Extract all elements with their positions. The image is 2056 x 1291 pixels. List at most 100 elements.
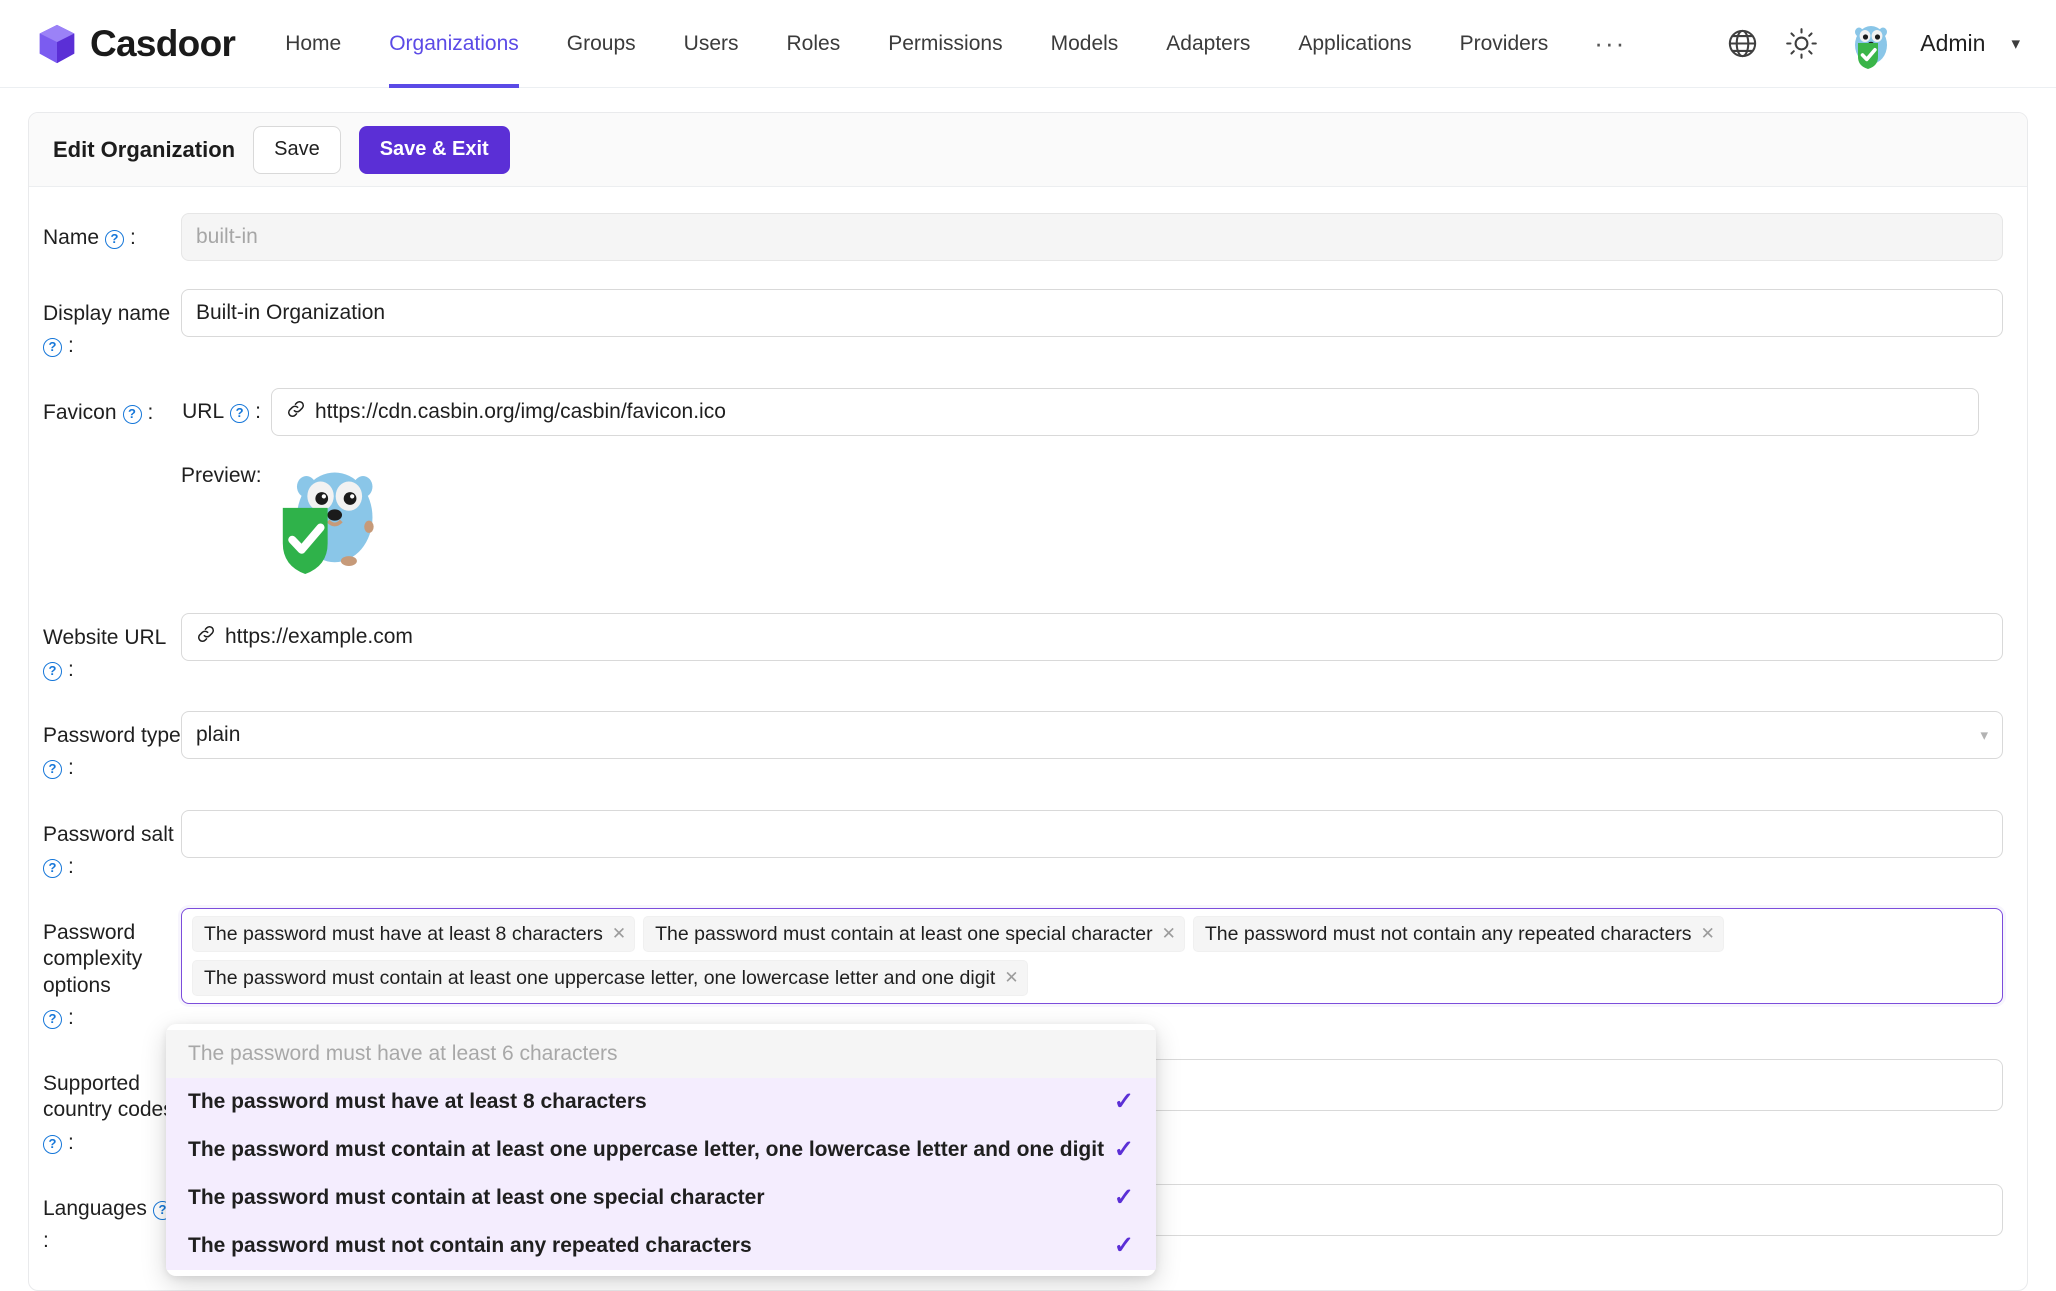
form-row-website-url: Website URL ? : https://example.com [29,612,2027,684]
dropdown-option[interactable]: The password must contain at least one s… [166,1174,1156,1222]
sun-icon[interactable] [1785,27,1818,60]
password-salt-input[interactable] [181,809,2003,858]
user-name[interactable]: Admin [1920,30,1985,57]
password-complexity-select[interactable]: The password must have at least 8 charac… [181,908,2003,1004]
label-colon: : [68,756,74,780]
nav-item-groups[interactable]: Groups [543,0,660,88]
globe-icon[interactable] [1726,27,1759,60]
tag-item: The password must contain at least one s… [643,916,1185,952]
favicon-url-value: https://cdn.casbin.org/img/casbin/favico… [315,399,726,423]
chevron-down-icon[interactable]: ▾ [2011,34,2020,54]
dropdown-option[interactable]: The password must have at least 6 charac… [166,1030,1156,1078]
field-display-name: Built-in Organization [181,289,2027,337]
label-favicon-url: URL ? : [181,400,271,424]
help-icon[interactable]: ? [43,1134,62,1154]
tag-item: The password must contain at least one u… [192,960,1028,996]
dropdown-option[interactable]: The password must have at least 8 charac… [166,1078,1156,1126]
close-x-icon[interactable]: ✕ [1162,924,1176,944]
close-x-icon[interactable]: ✕ [612,924,626,944]
dropdown-option-label: The password must have at least 6 charac… [188,1042,618,1065]
save-and-exit-button[interactable]: Save & Exit [358,125,510,174]
label-password-salt: Password salt ? : [29,810,181,881]
check-icon: ✓ [1113,1088,1134,1115]
tag-label: The password must have at least 8 charac… [204,922,603,945]
dropdown-option-label: The password must contain at least one u… [188,1138,1105,1161]
top-navigation-bar: Casdoor Home Organizations Groups Users … [0,0,2056,88]
field-name: built-in [181,213,2027,261]
dropdown-option-label: The password must have at least 8 charac… [188,1090,647,1113]
link-icon [286,399,306,425]
card-header: Edit Organization Save Save & Exit [29,113,2027,187]
nav-item-adapters[interactable]: Adapters [1142,0,1274,88]
label-display-name-text: Display name [43,302,171,325]
check-icon: ✓ [1113,1184,1134,1211]
chevron-down-icon: ▾ [1980,727,1988,744]
casdoor-cube-logo-icon [39,24,75,63]
help-icon[interactable]: ? [122,404,142,424]
label-favicon-text: Favicon [43,400,117,424]
nav-item-home[interactable]: Home [261,0,365,88]
label-colon: : [130,226,136,249]
website-url-value: https://example.com [225,624,413,648]
password-type-value: plain [196,723,241,746]
nav-overflow-menu[interactable]: ··· [1572,0,1648,88]
label-password-complexity: Password complexity options ? : [29,908,181,1031]
help-icon[interactable]: ? [105,230,125,249]
favicon-url-row: URL ? : https://cdn.casbin.org/img/casbi… [181,387,2003,436]
label-password-type: Password type ? : [29,711,181,782]
save-button[interactable]: Save [253,125,341,174]
label-display-name: Display name ? : [29,289,181,360]
help-icon[interactable]: ? [43,760,62,780]
favicon-url-input[interactable]: https://cdn.casbin.org/img/casbin/favico… [271,387,1979,436]
close-x-icon[interactable]: ✕ [1701,924,1715,944]
tag-item: The password must not contain any repeat… [1192,916,1724,952]
dropdown-option[interactable]: The password must not contain any repeat… [166,1222,1156,1270]
favicon-preview-row: Preview: [181,456,2003,579]
nav-item-applications[interactable]: Applications [1274,0,1435,88]
label-colon: : [68,657,74,681]
link-icon [196,624,216,650]
nav-item-models[interactable]: Models [1027,0,1143,88]
field-password-salt [181,809,2027,858]
label-website-url: Website URL ? : [29,613,181,684]
password-type-select[interactable]: plain ▾ [181,711,2003,759]
display-name-input[interactable]: Built-in Organization [181,289,2003,337]
tag-label: The password must not contain any repeat… [1204,922,1692,945]
password-complexity-dropdown[interactable]: The password must have at least 6 charac… [166,1024,1156,1276]
help-icon[interactable]: ? [43,338,62,358]
label-name: Name ? : [29,213,181,251]
label-country-codes: Supported country codes ? : [29,1059,181,1156]
help-icon[interactable]: ? [43,1009,62,1029]
label-favicon-preview: Preview: [181,463,262,487]
form-row-favicon: Favicon ? : URL ? : https://cdn.casbin.o… [29,387,2027,585]
label-password-type-text: Password type [43,724,181,747]
dropdown-option[interactable]: The password must contain at least one u… [166,1126,1156,1174]
help-icon[interactable]: ? [43,661,62,681]
nav-item-organizations[interactable]: Organizations [365,0,543,88]
brand-logo-link[interactable]: Casdoor [34,21,236,67]
label-colon: : [68,854,74,878]
label-colon: : [147,400,154,424]
help-icon[interactable]: ? [43,858,62,878]
label-colon: : [68,1130,74,1154]
help-icon[interactable]: ? [230,403,250,423]
form-row-password-type: Password type ? : plain ▾ [29,711,2027,782]
tag-label: The password must contain at least one s… [655,922,1153,945]
label-colon: : [68,334,74,358]
nav-item-providers[interactable]: Providers [1436,0,1573,88]
tag-label: The password must contain at least one u… [204,966,996,989]
field-favicon: URL ? : https://cdn.casbin.org/img/casbi… [181,387,2027,585]
name-input[interactable]: built-in [181,213,2003,261]
website-url-input[interactable]: https://example.com [181,612,2003,661]
nav-item-users[interactable]: Users [660,0,763,88]
nav-item-permissions[interactable]: Permissions [864,0,1026,88]
casdoor-gopher-shield-icon [282,472,374,574]
top-right-controls: Admin ▾ [1726,19,2028,69]
label-colon: : [68,1005,74,1029]
brand-name: Casdoor [90,22,236,64]
nav-item-roles[interactable]: Roles [763,0,865,88]
avatar[interactable] [1844,19,1894,69]
dropdown-option-label: The password must contain at least one s… [188,1186,765,1209]
close-x-icon[interactable]: ✕ [1004,968,1018,988]
label-languages: Languages ? : [29,1184,181,1255]
